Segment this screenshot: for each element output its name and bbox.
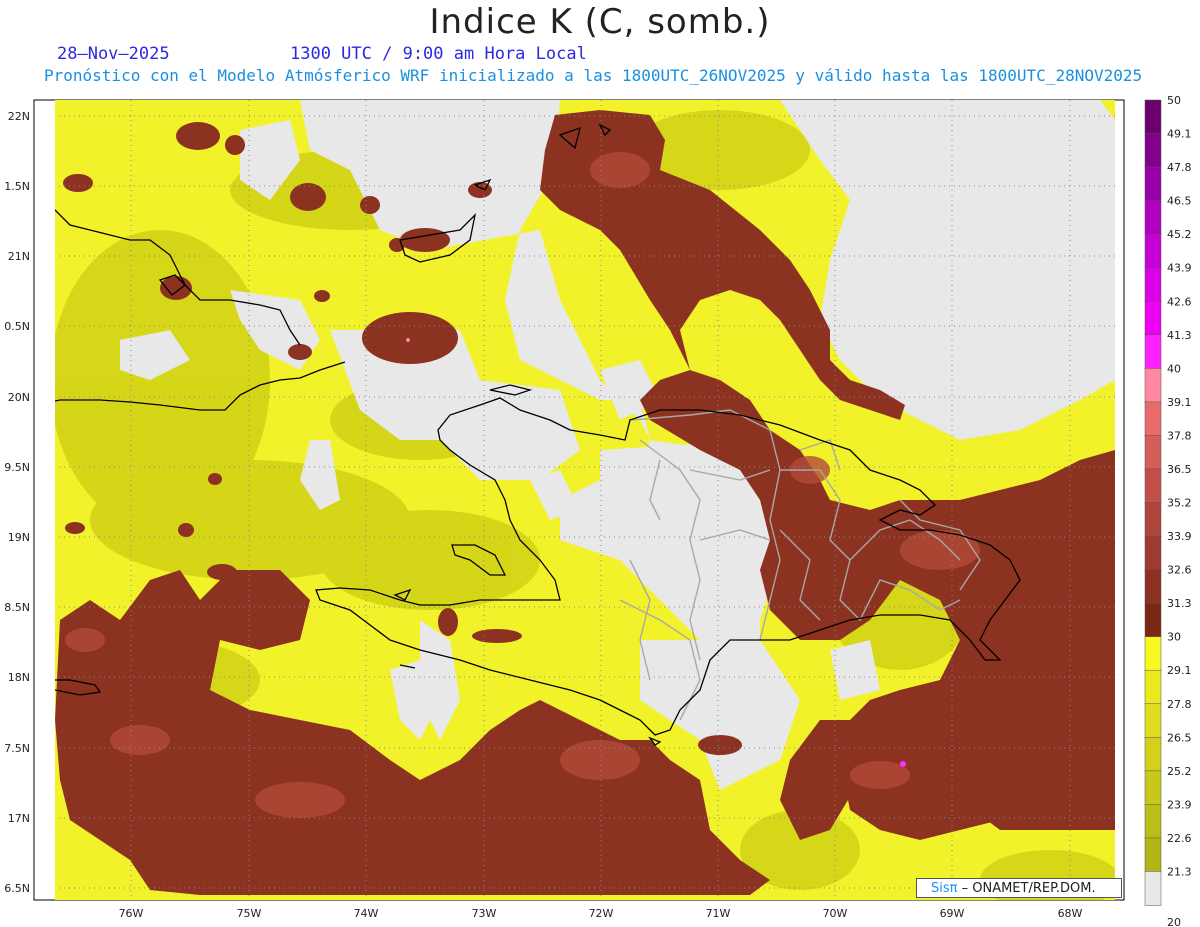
- colorbar-swatch: [1144, 301, 1162, 336]
- x-tick-label: 76W: [119, 907, 144, 920]
- colorbar-swatch: [1144, 602, 1162, 638]
- y-tick-label: 9.5N: [4, 461, 30, 474]
- y-tick-label: 6.5N: [4, 882, 30, 895]
- colorbar-label: 30: [1167, 631, 1181, 644]
- colorbar-label: 42.6: [1167, 295, 1192, 308]
- colorbar-swatch: [1144, 368, 1162, 403]
- x-tick-label: 73W: [472, 907, 497, 920]
- x-tick-label: 69W: [940, 907, 965, 920]
- colorbar-label: 32.6: [1167, 564, 1192, 577]
- colorbar-label: 31.3: [1167, 597, 1192, 610]
- x-tick-label: 68W: [1058, 907, 1083, 920]
- x-tick-label: 72W: [589, 907, 614, 920]
- map-field: [55, 100, 1115, 900]
- y-axis-labels: 22N 1.5N 21N 0.5N 20N 9.5N 19N 8.5N 18N …: [4, 110, 30, 895]
- colorbar-swatch: [1144, 166, 1162, 202]
- credit-text: – ONAMET/REP.DOM.: [961, 881, 1096, 896]
- colorbar-swatch: [1144, 837, 1162, 873]
- colorbar-swatch: [1144, 871, 1162, 906]
- colorbar-swatch: [1144, 804, 1162, 839]
- colorbar-label: 45.2: [1167, 228, 1192, 241]
- colorbar: 50 49.1 47.8 46.5 45.2 43.9 42.6 41.3 40 39.1 37.8…: [1144, 94, 1192, 927]
- x-tick-label: 75W: [237, 907, 262, 920]
- high-k-spot: [406, 338, 410, 342]
- y-tick-label: 0.5N: [4, 320, 30, 333]
- colorbar-swatch: [1144, 569, 1162, 604]
- max-k-spot: [900, 761, 906, 767]
- y-tick-label: 22N: [8, 110, 30, 123]
- colorbar-label: 47.8: [1167, 161, 1192, 174]
- credit-box: Sisπ – ONAMET/REP.DOM.: [916, 878, 1122, 898]
- colorbar-swatch: [1144, 502, 1162, 537]
- colorbar-label: 20: [1167, 916, 1181, 927]
- colorbar-label: 25.2: [1167, 765, 1192, 778]
- y-tick-label: 1.5N: [4, 180, 30, 193]
- colorbar-swatch: [1144, 267, 1162, 303]
- colorbar-label: 27.8: [1167, 698, 1192, 711]
- colorbar-label: 21.3: [1167, 865, 1192, 878]
- colorbar-swatch: [1144, 200, 1162, 235]
- sispi-logo: Sisπ: [931, 881, 958, 896]
- colorbar-label: 29.1: [1167, 664, 1192, 677]
- colorbar-swatch: [1144, 636, 1162, 671]
- colorbar-swatch: [1144, 99, 1162, 135]
- colorbar-label: 26.5: [1167, 731, 1192, 744]
- colorbar-swatch: [1144, 133, 1162, 168]
- colorbar-label: 35.2: [1167, 497, 1192, 510]
- colorbar-label: 22.6: [1167, 832, 1192, 845]
- colorbar-swatch: [1144, 233, 1162, 269]
- colorbar-swatch: [1144, 770, 1162, 806]
- colorbar-label: 33.9: [1167, 530, 1192, 543]
- colorbar-label: 40: [1167, 362, 1181, 375]
- colorbar-swatch: [1144, 468, 1162, 504]
- x-tick-label: 71W: [706, 907, 731, 920]
- colorbar-label: 46.5: [1167, 195, 1192, 208]
- colorbar-label: 50: [1167, 94, 1181, 107]
- colorbar-swatch: [1144, 334, 1162, 370]
- colorbar-swatch: [1144, 737, 1162, 772]
- y-tick-label: 17N: [8, 812, 30, 825]
- colorbar-swatch: [1144, 435, 1162, 470]
- y-tick-label: 18N: [8, 671, 30, 684]
- k-index-map: 76W 75W 74W 73W 72W 71W 70W 69W 68W 22N …: [4, 94, 1192, 927]
- colorbar-label: 36.5: [1167, 463, 1192, 476]
- colorbar-label: 41.3: [1167, 329, 1192, 342]
- y-tick-label: 19N: [8, 531, 30, 544]
- y-tick-label: 8.5N: [4, 601, 30, 614]
- y-tick-label: 20N: [8, 391, 30, 404]
- y-tick-label: 21N: [8, 250, 30, 263]
- colorbar-label: 49.1: [1167, 128, 1192, 141]
- colorbar-label: 23.9: [1167, 798, 1192, 811]
- x-axis-labels: 76W 75W 74W 73W 72W 71W 70W 69W 68W: [119, 907, 1083, 920]
- colorbar-label: 43.9: [1167, 262, 1192, 275]
- colorbar-swatch: [1144, 535, 1162, 571]
- colorbar-label: 37.8: [1167, 429, 1192, 442]
- x-tick-label: 70W: [823, 907, 848, 920]
- colorbar-swatch: [1144, 703, 1162, 739]
- x-tick-label: 74W: [354, 907, 379, 920]
- colorbar-swatch: [1144, 669, 1162, 705]
- y-tick-label: 7.5N: [4, 742, 30, 755]
- colorbar-swatch: [1144, 401, 1162, 437]
- colorbar-label: 39.1: [1167, 396, 1192, 409]
